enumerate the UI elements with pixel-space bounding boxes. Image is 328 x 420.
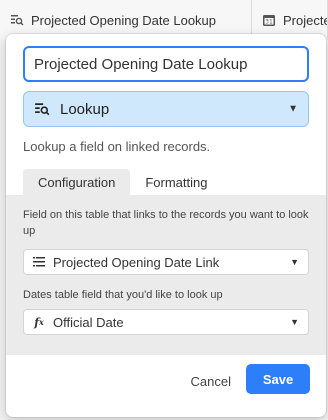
lookup-table-name: Dates <box>23 289 52 301</box>
link-field-value: Projected Opening Date Link <box>53 254 220 270</box>
calendar-icon: 31 <box>262 13 276 27</box>
configuration-panel: Field on this table that links to the re… <box>6 195 326 355</box>
lookup-field-label-suffix: table field that you'd like to look up <box>51 289 223 301</box>
link-field-icon <box>32 255 46 269</box>
lookup-icon <box>10 13 24 27</box>
formula-icon: fx <box>34 315 44 329</box>
column-header-label: Projecte <box>283 12 328 28</box>
save-button[interactable]: Save <box>246 364 310 394</box>
field-type-description: Lookup a field on linked records. <box>23 139 211 154</box>
link-field-label: Field on this table that links to the re… <box>23 209 309 237</box>
lookup-field-value: Official Date <box>53 314 124 330</box>
chevron-down-icon: ▼ <box>290 257 299 267</box>
field-type-label: Lookup <box>60 100 110 118</box>
tab-formatting[interactable]: Formatting <box>130 169 222 195</box>
chevron-down-icon: ▼ <box>288 103 298 115</box>
column-header-label: Projected Opening Date Lookup <box>31 12 217 28</box>
svg-text:31: 31 <box>265 19 273 26</box>
link-field-select[interactable]: Projected Opening Date Link ▼ <box>23 249 309 275</box>
chevron-down-icon: ▼ <box>290 317 299 327</box>
tab-configuration[interactable]: Configuration <box>23 169 131 195</box>
field-type-select[interactable]: Lookup ▼ <box>23 91 309 127</box>
lookup-field-select[interactable]: fx Official Date ▼ <box>23 309 309 335</box>
lookup-field-label: Dates table field that you'd like to loo… <box>23 287 313 303</box>
field-name-input[interactable]: Projected Opening Date Lookup <box>23 46 309 82</box>
field-config-dialog: Projected Opening Date Lookup Lookup ▼ L… <box>6 34 326 417</box>
cancel-button[interactable]: Cancel <box>191 374 231 389</box>
config-tabs: Configuration Formatting <box>23 169 222 195</box>
field-name-value: Projected Opening Date Lookup <box>34 55 248 73</box>
lookup-icon <box>34 101 50 117</box>
